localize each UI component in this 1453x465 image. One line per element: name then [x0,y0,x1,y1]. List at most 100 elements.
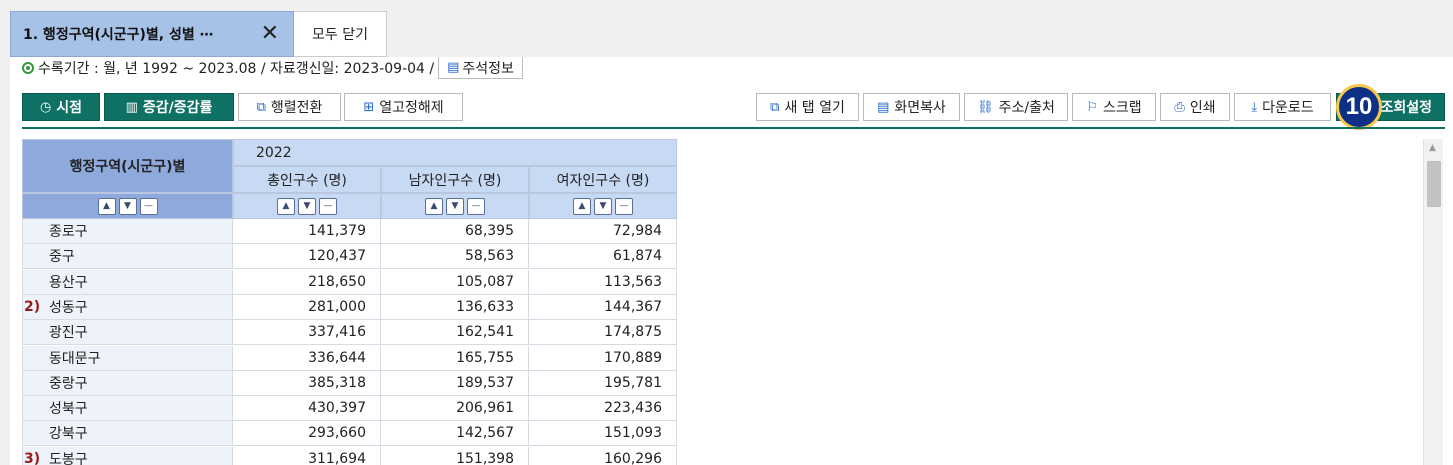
value-cell: 68,395 [381,219,529,244]
toolbar-divider [22,127,1445,129]
value-cell: 174,875 [529,320,677,346]
pivot-label: 행렬전환 [270,100,323,116]
value-cell: 162,541 [381,320,529,346]
download-icon: ⤓ [1251,99,1258,115]
sort-reset-icon[interactable]: — [139,197,158,215]
new-tab-icon: ⧉ [770,99,780,115]
sort-desc-icon[interactable]: ▼ [298,197,316,215]
value-cell: 281,000 [233,294,381,320]
print-button[interactable]: ⎙ 인쇄 [1160,93,1230,121]
table-row: 동대문구 336,644 165,755 170,889 [22,345,677,371]
row-header[interactable]: 행정구역(시군구)별 [22,139,233,193]
column-header[interactable]: 총인구수 (명) [233,166,381,193]
close-icon[interactable]: ✕ [261,23,279,45]
value-cell: 105,087 [381,269,529,295]
column-sort: ▲ ▼ — [233,193,381,219]
unpin-column-label: 열고정해제 [379,100,444,116]
row-label-cell: 3) 도봉구 [22,446,233,465]
scrap-button[interactable]: ⚐ 스크랩 [1072,93,1156,121]
copy-icon: ▤ [877,99,890,115]
clock-icon: ◷ [39,99,52,115]
vertical-scrollbar[interactable]: ▲ [1423,139,1443,465]
sort-reset-icon[interactable]: — [319,197,337,215]
time-point-button[interactable]: ◷ 시점 [22,93,100,121]
query-settings-label: 조회설정 [1380,100,1432,116]
download-button[interactable]: ⤓ 다운로드 [1234,93,1331,121]
year-header[interactable]: 2022 [233,139,677,166]
sort-asc-icon[interactable]: ▲ [97,197,116,215]
new-tab-button[interactable]: ⧉ 새 탭 열기 [756,93,859,121]
scroll-up-icon[interactable]: ▲ [1429,143,1436,153]
value-cell: 385,318 [233,370,381,396]
row-label-cell: 동대문구 [22,345,233,371]
column-header[interactable]: 여자인구수 (명) [529,166,677,193]
row-header-sort: ▲ ▼ — [22,193,233,219]
unpin-icon: ⊞ [363,99,375,115]
sort-desc-icon[interactable]: ▼ [594,197,612,215]
link-icon: ⛓ [977,99,994,115]
table-row: 3) 도봉구 311,694 151,398 160,296 [22,446,677,465]
table-row: 강북구 293,660 142,567 151,093 [22,421,677,447]
value-cell: 144,367 [529,294,677,320]
row-label: 성동구 [49,299,88,316]
table-row: 용산구 218,650 105,087 113,563 [22,269,677,295]
row-label: 종로구 [49,224,88,240]
print-label: 인쇄 [1189,100,1216,116]
time-point-label: 시점 [56,100,83,116]
period-info: 수록기간 : 월, 년 1992 ~ 2023.08 / 자료갱신일: 2023… [22,57,523,79]
screen-copy-button[interactable]: ▤ 화면복사 [863,93,960,121]
sort-asc-icon[interactable]: ▲ [573,197,591,215]
value-cell: 336,644 [233,345,381,371]
value-cell: 151,093 [529,421,677,447]
value-cell: 151,398 [381,446,529,465]
value-cell: 430,397 [233,396,381,422]
screen-copy-label: 화면복사 [894,100,946,116]
close-all-tabs-button[interactable]: 모두 닫기 [294,11,387,57]
chart-icon: ▥ [125,99,138,115]
period-text: 수록기간 : 월, 년 1992 ~ 2023.08 / 자료갱신일: 2023… [38,61,435,77]
sort-desc-icon[interactable]: ▼ [446,197,464,215]
row-label: 도봉구 [49,451,88,465]
table-row: 중랑구 385,318 189,537 195,781 [22,370,677,396]
row-label-cell: 광진구 [22,320,233,346]
tab-active[interactable]: 1. 행정구역(시군구)별, 성별 ⋯ ✕ [10,11,294,57]
value-cell: 311,694 [233,446,381,465]
value-cell: 206,961 [381,396,529,422]
column-header[interactable]: 남자인구수 (명) [381,166,529,193]
unpin-column-button[interactable]: ⊞ 열고정해제 [344,93,463,121]
address-source-button[interactable]: ⛓ 주소/출처 [964,93,1068,121]
value-cell: 223,436 [529,396,677,422]
sort-reset-icon[interactable]: — [615,197,633,215]
row-label-cell: 중랑구 [22,370,233,396]
value-cell: 136,633 [381,294,529,320]
scroll-thumb[interactable] [1427,161,1441,207]
sort-desc-icon[interactable]: ▼ [118,197,137,215]
value-cell: 58,563 [381,244,529,270]
sort-asc-icon[interactable]: ▲ [425,197,443,215]
column-sort: ▲ ▼ — [381,193,529,219]
row-label-cell: 종로구 [22,219,233,244]
row-label: 광진구 [49,325,88,342]
note-info-button[interactable]: ▤ 주석정보 [438,57,523,79]
row-label: 강북구 [49,426,88,443]
footnote-marker[interactable]: 3) [24,451,40,465]
sort-reset-icon[interactable]: — [467,197,485,215]
table-row: 광진구 337,416 162,541 174,875 [22,320,677,346]
row-label: 중구 [49,249,75,266]
value-cell: 218,650 [233,269,381,295]
value-cell: 120,437 [233,244,381,270]
change-rate-button[interactable]: ▥ 증감/증감률 [104,93,234,121]
pivot-button[interactable]: ⧉ 행렬전환 [238,93,341,121]
table-row: 성북구 430,397 206,961 223,436 [22,396,677,422]
footnote-marker[interactable]: 2) [24,299,40,315]
value-cell: 160,296 [529,446,677,465]
tab-active-label: 1. 행정구역(시군구)별, 성별 ⋯ [23,27,214,43]
value-cell: 142,567 [381,421,529,447]
value-cell: 141,379 [233,219,381,244]
sort-asc-icon[interactable]: ▲ [277,197,295,215]
row-label-cell: 성북구 [22,396,233,422]
row-label: 동대문구 [49,350,101,367]
table-row: 2) 성동구 281,000 136,633 144,367 [22,294,677,320]
print-icon: ⎙ [1174,99,1185,115]
value-cell: 189,537 [381,370,529,396]
